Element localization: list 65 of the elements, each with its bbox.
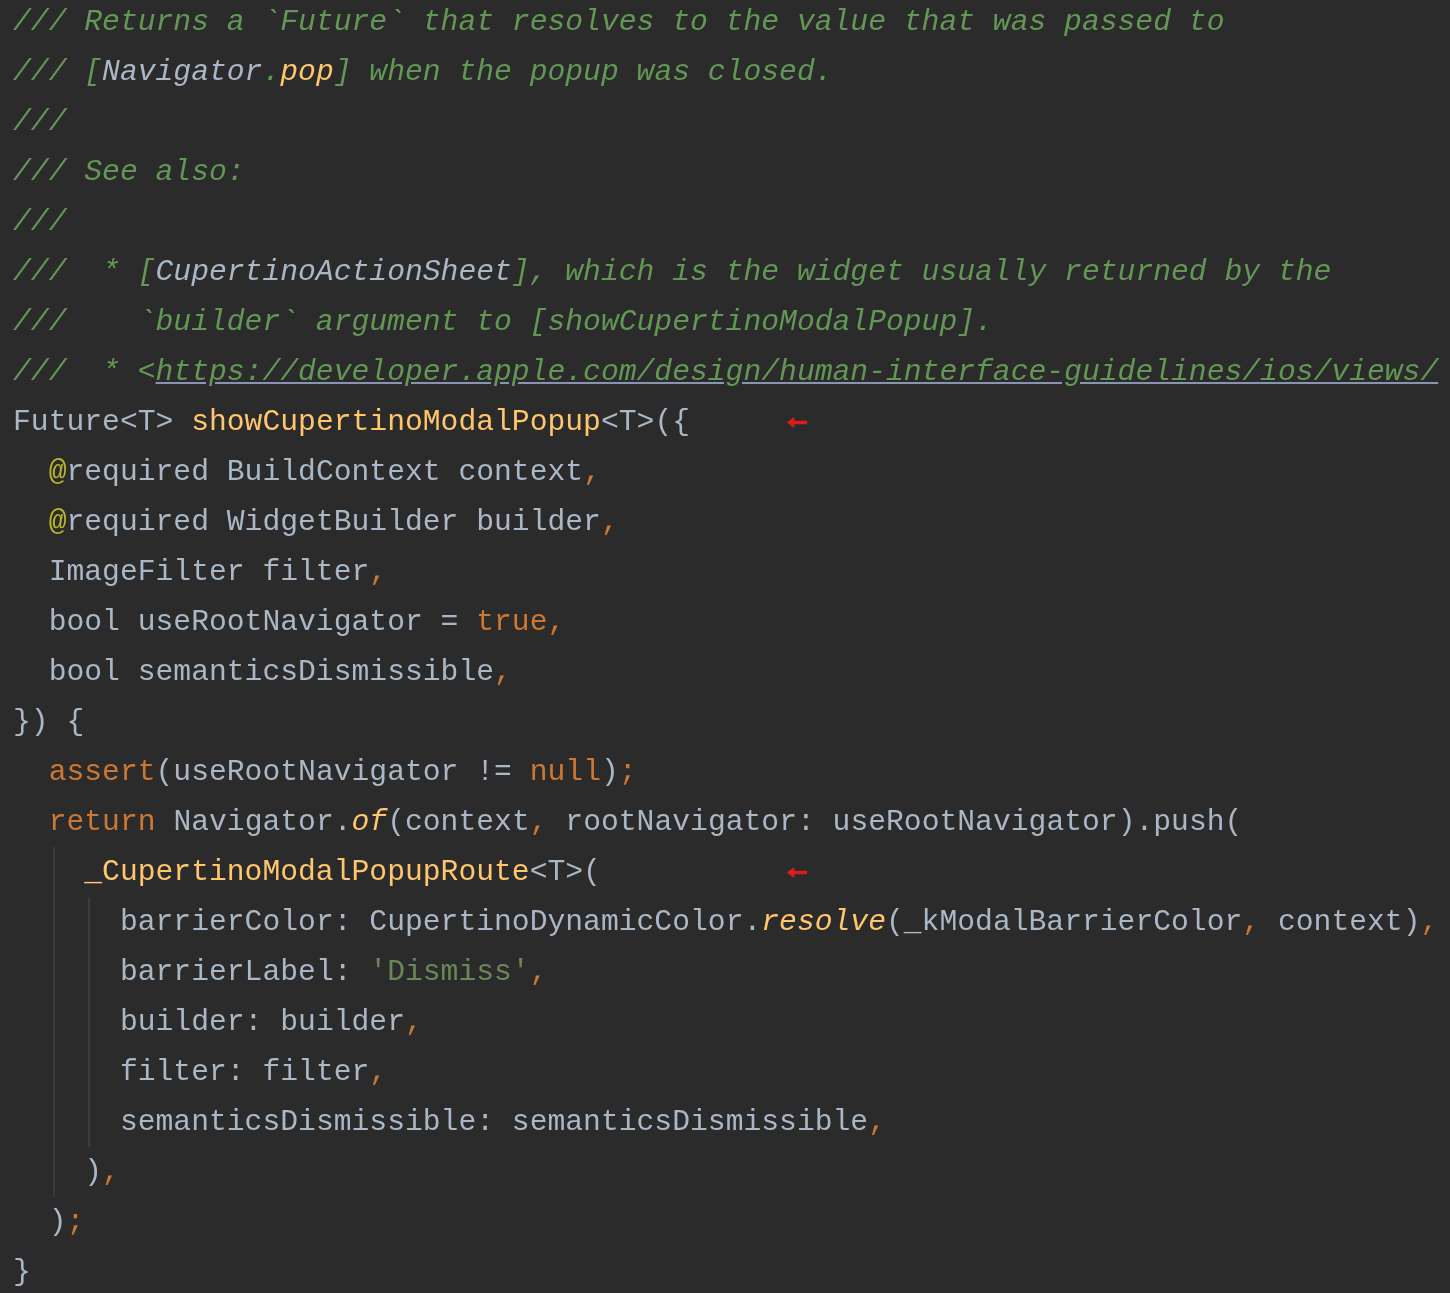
code-text: builder: builder — [119, 1005, 405, 1039]
code-comment: /// — [13, 205, 67, 239]
code-text: bool semanticsDismissible — [48, 655, 495, 689]
code-punctuation: ; — [66, 1205, 85, 1239]
function-name: showCupertinoModalPopup — [191, 405, 601, 439]
code-punctuation: , — [868, 1105, 886, 1139]
code-comment: /// See also: — [13, 155, 245, 189]
code-text: <T>( — [529, 855, 601, 889]
code-text: barrierLabel: — [119, 955, 352, 989]
annotation-sign: @ — [48, 455, 67, 489]
code-punctuation: , — [529, 805, 548, 839]
code-text: required BuildContext context — [66, 455, 584, 489]
code-comment: /// Returns a `Future` that resolves to the value that was passed to — [13, 5, 1225, 39]
code-punctuation: , — [583, 455, 601, 489]
code-punctuation: , — [1242, 905, 1261, 939]
code-text: ImageFilter filter — [48, 555, 370, 589]
code-comment: ] when the popup was closed. — [333, 55, 833, 89]
code-comment: /// [ — [13, 55, 103, 89]
function-name: _CupertinoModalPopupRoute — [84, 855, 530, 889]
code-comment: pop — [280, 55, 334, 89]
code-text: ) — [600, 755, 619, 789]
code-punctuation: , — [369, 555, 388, 589]
string-literal: 'Dismiss' — [369, 955, 530, 989]
code-comment: /// `builder` argument to [showCupertinoModalPopup]. — [13, 305, 993, 339]
code-text: bool useRootNavigator = — [48, 605, 459, 639]
code-punctuation: , — [529, 955, 548, 989]
annotation-sign: @ — [48, 505, 67, 539]
code-text: Navigator. — [173, 805, 352, 839]
code-text: barrierColor: CupertinoDynamicColor. — [119, 905, 762, 939]
code-text: } — [13, 1255, 31, 1289]
code-text: context) — [1277, 905, 1421, 939]
code-comment: /// * [ — [13, 255, 156, 289]
code-punctuation: , — [1420, 905, 1439, 939]
code-comment: /// * < — [13, 355, 156, 389]
code-comment: CupertinoActionSheet — [155, 255, 512, 289]
code-comment: /// — [13, 105, 67, 139]
code-keyword: null — [529, 755, 601, 789]
code-punctuation: , — [369, 1055, 388, 1089]
code-text: <T>({ — [600, 405, 690, 439]
code-text: Future<T> — [13, 405, 174, 439]
code-punctuation: , — [494, 655, 512, 689]
code-punctuation: , — [102, 1155, 120, 1189]
code-keyword: return — [48, 805, 156, 839]
link[interactable]: https://developer.apple.com/design/human-interface-guidelines/ios/views/ — [155, 355, 1439, 389]
code-punctuation: , — [404, 1005, 423, 1039]
method-name: of — [351, 805, 388, 839]
code-text: filter: filter — [119, 1055, 370, 1089]
method-name: resolve — [761, 905, 886, 939]
code-text: ) — [48, 1205, 67, 1239]
code-text: (useRootNavigator != — [155, 755, 512, 789]
code-text: required WidgetBuilder builder — [66, 505, 601, 539]
code-text: (context — [387, 805, 530, 839]
code-text: ) — [84, 1155, 103, 1189]
code-text: (_kModalBarrierColor — [886, 905, 1243, 939]
code-keyword: assert — [48, 755, 156, 789]
code-comment: . — [262, 55, 281, 89]
code-comment: Navigator — [102, 55, 263, 89]
code-text: semanticsDismissible: semanticsDismissible — [119, 1105, 869, 1139]
code-text: }) { — [13, 705, 85, 739]
code-punctuation: , — [547, 605, 566, 639]
code-comment: ], which is the widget usually returned by the — [511, 255, 1332, 289]
code-keyword: true — [476, 605, 548, 639]
code-text: rootNavigator: useRootNavigator).push( — [565, 805, 1243, 839]
code-punctuation: , — [600, 505, 619, 539]
code-punctuation: ; — [618, 755, 637, 789]
